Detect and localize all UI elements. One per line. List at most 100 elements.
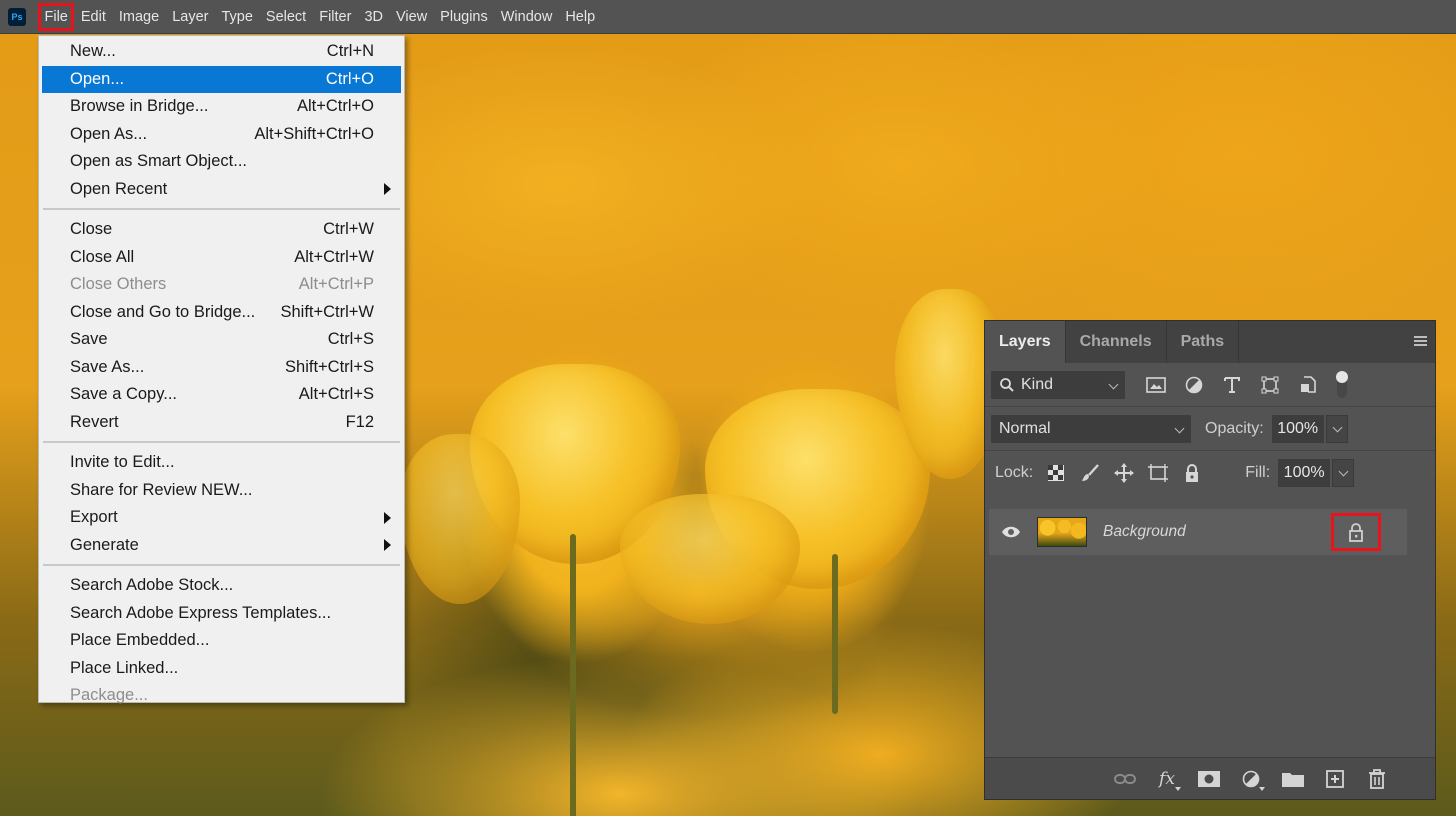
menu-item-label: Search Adobe Stock... — [70, 576, 234, 595]
opacity-dropdown-button[interactable] — [1325, 414, 1348, 443]
lock-icon — [1349, 523, 1363, 542]
blend-mode-value: Normal — [999, 419, 1051, 437]
blend-mode-row: Normal Opacity: 100% — [985, 407, 1435, 451]
menu-item-search-adobe-express-templates[interactable]: Search Adobe Express Templates... — [42, 600, 401, 628]
link-layers-icon[interactable] — [1113, 767, 1137, 791]
fill-dropdown-button[interactable] — [1332, 459, 1355, 487]
menu-item-label: Close All — [70, 247, 135, 266]
chevron-down-icon — [1174, 423, 1185, 433]
menu-item-export[interactable]: Export — [42, 504, 401, 532]
menu-item-label: Save a Copy... — [70, 385, 178, 404]
menu-item-close-and-go-to-bridge[interactable]: Close and Go to Bridge... Shift+Ctrl+W — [42, 299, 401, 327]
shape-filter-icon[interactable] — [1259, 374, 1281, 396]
panel-tabs: Layers Channels Paths — [985, 321, 1435, 363]
layer-name[interactable]: Background — [1103, 523, 1331, 541]
menu-item-save-as[interactable]: Save As... Shift+Ctrl+S — [42, 354, 401, 382]
lock-transparent-pixels-icon[interactable] — [1045, 462, 1067, 484]
layer-row-background[interactable]: Background — [989, 509, 1407, 555]
menu-item-shortcut: Alt+Ctrl+S — [298, 385, 374, 404]
menu-item-browse-in-bridge[interactable]: Browse in Bridge... Alt+Ctrl+O — [42, 93, 401, 121]
menu-item-close-all[interactable]: Close All Alt+Ctrl+W — [42, 244, 401, 272]
tab-paths[interactable]: Paths — [1167, 321, 1240, 363]
menu-item-generate[interactable]: Generate — [42, 532, 401, 560]
menu-type[interactable]: Type — [215, 3, 259, 31]
submenu-arrow-icon — [384, 183, 391, 196]
new-layer-icon[interactable] — [1323, 767, 1347, 791]
menu-item-label: Search Adobe Express Templates... — [70, 603, 332, 622]
layer-lock-button[interactable] — [1331, 513, 1381, 551]
menu-item-label: Open Recent — [70, 179, 168, 198]
menu-help[interactable]: Help — [559, 3, 602, 31]
fill-input[interactable]: 100% — [1278, 459, 1331, 487]
menu-item-invite-to-edit[interactable]: Invite to Edit... — [42, 449, 401, 477]
lock-artboard-icon[interactable] — [1147, 462, 1169, 484]
menu-item-label: Open... — [70, 69, 125, 88]
filter-toggle-icon[interactable] — [1331, 370, 1353, 398]
dropdown-triangle-icon — [1175, 786, 1181, 791]
menu-layer[interactable]: Layer — [166, 3, 215, 31]
menu-item-search-adobe-stock[interactable]: Search Adobe Stock... — [42, 572, 401, 600]
chevron-down-icon — [1338, 466, 1349, 477]
menu-item-close[interactable]: Close Ctrl+W — [42, 216, 401, 244]
filter-kind-label: Kind — [1021, 375, 1054, 393]
menu-item-open-as[interactable]: Open As... Alt+Shift+Ctrl+O — [42, 121, 401, 149]
tab-layers[interactable]: Layers — [985, 321, 1066, 363]
menu-item-revert[interactable]: Revert F12 — [42, 409, 401, 437]
visibility-eye-icon[interactable] — [1001, 525, 1021, 544]
menu-item-save[interactable]: Save Ctrl+S — [42, 326, 401, 354]
menu-item-label: Invite to Edit... — [70, 453, 175, 472]
fx-icon[interactable]: fx — [1155, 767, 1181, 791]
menu-item-label: New... — [70, 42, 116, 61]
panel-footer: fx — [985, 757, 1435, 799]
tulip-stem — [832, 554, 838, 714]
menu-separator — [43, 564, 400, 566]
menu-item-open[interactable]: Open... Ctrl+O — [42, 65, 401, 93]
submenu-arrow-icon — [384, 511, 391, 524]
layer-mask-icon[interactable] — [1197, 767, 1221, 791]
menu-file[interactable]: File — [38, 2, 75, 31]
menu-separator — [43, 208, 400, 210]
group-folder-icon[interactable] — [1281, 767, 1305, 791]
menu-item-shortcut: Ctrl+S — [327, 330, 374, 349]
image-filter-icon[interactable] — [1145, 374, 1167, 396]
menu-edit[interactable]: Edit — [74, 3, 112, 31]
menu-bar: Ps File Edit Image Layer Type Select Fil… — [0, 0, 1456, 34]
filter-kind-select[interactable]: Kind — [991, 370, 1125, 399]
menu-item-new[interactable]: New... Ctrl+N — [42, 38, 401, 66]
menu-item-label: Package... — [70, 686, 148, 705]
blend-mode-select[interactable]: Normal — [991, 414, 1191, 443]
lock-image-pixels-icon[interactable] — [1079, 462, 1101, 484]
fill-label: Fill: — [1245, 464, 1271, 481]
menu-item-shortcut: Alt+Ctrl+W — [294, 247, 374, 266]
menu-window[interactable]: Window — [494, 3, 559, 31]
menu-item-share-for-review[interactable]: Share for Review NEW... — [42, 477, 401, 505]
menu-image[interactable]: Image — [112, 3, 165, 31]
menu-item-place-linked[interactable]: Place Linked... — [42, 655, 401, 683]
menu-view[interactable]: View — [390, 3, 434, 31]
menu-item-open-recent[interactable]: Open Recent — [42, 176, 401, 204]
adjustment-layer-icon[interactable] — [1239, 767, 1265, 791]
lock-row: Lock: Fill: 100% — [985, 451, 1435, 495]
menu-item-open-as-smart-object[interactable]: Open as Smart Object... — [42, 148, 401, 176]
tab-channels[interactable]: Channels — [1066, 321, 1167, 363]
menu-item-label: Revert — [70, 412, 119, 431]
adjustment-filter-icon[interactable] — [1183, 374, 1205, 396]
panel-menu-icon[interactable] — [1414, 336, 1427, 346]
menu-filter[interactable]: Filter — [313, 3, 358, 31]
menu-select[interactable]: Select — [259, 3, 312, 31]
opacity-input[interactable]: 100% — [1271, 414, 1324, 443]
type-filter-icon[interactable] — [1221, 374, 1243, 396]
menu-item-label: Browse in Bridge... — [70, 97, 209, 116]
menu-item-label: Open As... — [70, 124, 148, 143]
menu-item-place-embedded[interactable]: Place Embedded... — [42, 627, 401, 655]
menu-item-label: Place Linked... — [70, 658, 179, 677]
smart-object-filter-icon[interactable] — [1297, 374, 1319, 396]
menu-3d[interactable]: 3D — [358, 3, 390, 31]
menu-item-label: Close and Go to Bridge... — [70, 302, 256, 321]
menu-item-save-a-copy[interactable]: Save a Copy... Alt+Ctrl+S — [42, 381, 401, 409]
lock-position-icon[interactable] — [1113, 462, 1135, 484]
lock-all-icon[interactable] — [1181, 462, 1203, 484]
menu-plugins[interactable]: Plugins — [434, 3, 495, 31]
delete-icon[interactable] — [1365, 767, 1389, 791]
menu-item-label: Export — [70, 508, 118, 527]
